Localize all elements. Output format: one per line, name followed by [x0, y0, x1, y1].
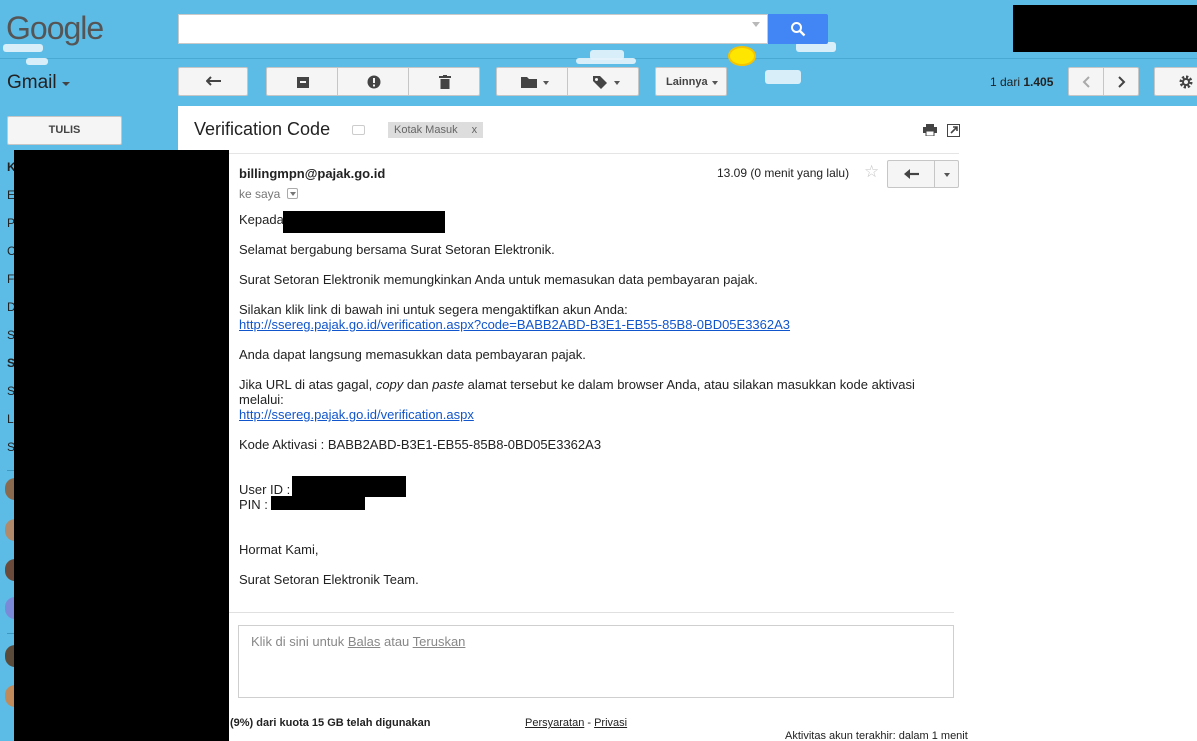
cloud-decoration	[576, 58, 636, 64]
divider	[229, 153, 959, 154]
older-button[interactable]	[1103, 67, 1139, 96]
chevron-down-icon	[712, 81, 718, 85]
quick-reply-prompt: Klik di sini untuk Balas atau Teruskan	[251, 634, 465, 649]
message-subject: Verification Code	[194, 119, 331, 139]
spam-icon	[367, 75, 381, 89]
text-span: -	[584, 717, 595, 729]
important-marker-icon[interactable]	[352, 125, 365, 135]
account-activity[interactable]: Aktivitas akun terakhir: dalam 1 menit	[785, 730, 968, 741]
page-count-prefix: 1 dari	[990, 75, 1024, 89]
report-spam-button[interactable]	[337, 67, 409, 96]
closing: Hormat Kami,	[239, 542, 319, 557]
greeting: Kepada	[239, 212, 284, 227]
footer-links: Persyaratan - Privasi	[525, 717, 627, 729]
reply-icon	[904, 169, 919, 179]
more-button[interactable]: Lainnya	[655, 67, 727, 96]
new-window-icon[interactable]	[947, 124, 960, 137]
signature: Surat Setoran Elektronik Team.	[239, 572, 419, 587]
app-switcher-label[interactable]: Gmail	[7, 72, 57, 94]
forward-link[interactable]: Teruskan	[413, 634, 466, 649]
divider	[229, 612, 954, 613]
page-count: 1 dari 1.405	[990, 75, 1053, 89]
activation-code: Kode Aktivasi : BABB2ABD-B3E1-EB55-85B8-…	[239, 437, 602, 452]
text-span: paste	[432, 377, 465, 392]
redacted-block	[283, 211, 445, 233]
search-input[interactable]	[178, 14, 768, 44]
body-paragraph: Surat Setoran Elektronik memungkinkan An…	[239, 272, 758, 287]
archive-icon	[297, 77, 309, 88]
pin-label: PIN :	[239, 497, 268, 512]
newer-button[interactable]	[1068, 67, 1104, 96]
search-options-caret-icon[interactable]	[752, 22, 760, 27]
chevron-right-icon	[1118, 76, 1126, 88]
body-paragraph: melalui:	[239, 392, 284, 407]
search-icon	[791, 22, 806, 37]
move-to-button[interactable]	[496, 67, 568, 96]
body-paragraph: Silakan klik link di bawah ini untuk seg…	[239, 302, 628, 317]
user-id-label: User ID :	[239, 482, 291, 497]
storage-quota: (9%) dari kuota 15 GB telah digunakan	[230, 717, 431, 729]
label-tag-icon	[593, 76, 607, 89]
print-icon[interactable]	[923, 124, 937, 136]
terms-link[interactable]: Persyaratan	[525, 717, 584, 729]
recipient-label: ke saya	[239, 187, 281, 201]
activation-link[interactable]: http://ssereg.pajak.go.id/verification.a…	[239, 317, 790, 332]
text-span: copy	[375, 377, 404, 392]
google-logo[interactable]: Google	[6, 10, 104, 47]
show-details-button[interactable]	[287, 188, 298, 199]
delete-button[interactable]	[408, 67, 480, 96]
remove-label-icon[interactable]: x	[472, 124, 478, 136]
redacted-block	[292, 476, 406, 497]
account-area-redacted	[1013, 5, 1197, 52]
star-icon[interactable]: ☆	[864, 162, 879, 182]
sidebar-item[interactable]: L	[7, 412, 14, 426]
trash-icon	[439, 75, 451, 89]
search-button[interactable]	[768, 14, 828, 44]
body-paragraph: Anda dapat langsung memasukkan data pemb…	[239, 347, 586, 362]
text-span: Jika URL di atas gagal,	[239, 377, 376, 392]
privacy-link[interactable]: Privasi	[594, 717, 627, 729]
text-span: alamat tersebut ke dalam browser Anda, a…	[464, 377, 915, 392]
compose-button[interactable]: TULIS	[7, 116, 122, 145]
reply-button[interactable]	[887, 160, 935, 188]
verification-link-line: http://ssereg.pajak.go.id/verification.a…	[239, 407, 474, 422]
back-button[interactable]	[178, 67, 248, 96]
labels-button[interactable]	[567, 67, 639, 96]
chevron-down-icon	[944, 173, 950, 177]
chevron-left-icon	[1082, 76, 1090, 88]
redacted-block	[14, 150, 229, 741]
settings-button[interactable]	[1154, 67, 1197, 96]
sender-address[interactable]: billingmpn@pajak.go.id	[239, 166, 385, 181]
sun-decoration	[728, 46, 756, 66]
reply-link[interactable]: Balas	[348, 634, 381, 649]
archive-button[interactable]	[266, 67, 338, 96]
back-arrow-icon	[206, 76, 221, 86]
activation-link-line: http://ssereg.pajak.go.id/verification.a…	[239, 317, 790, 332]
body-paragraph: Selamat bergabung bersama Surat Setoran …	[239, 242, 555, 257]
verification-link[interactable]: http://ssereg.pajak.go.id/verification.a…	[239, 407, 474, 422]
message-timestamp: 13.09 (0 menit yang lalu)	[717, 166, 850, 180]
cloud-decoration	[765, 70, 801, 84]
label-chip-inbox[interactable]: Kotak Masuk x	[388, 122, 484, 138]
reply-more-button[interactable]	[934, 160, 959, 188]
text-span: dan	[403, 377, 433, 392]
folder-icon	[521, 77, 537, 88]
label-chip-text: Kotak Masuk	[394, 124, 458, 136]
chevron-down-icon	[614, 81, 620, 85]
chevron-down-icon	[290, 192, 296, 196]
chevron-down-icon	[543, 81, 549, 85]
more-button-label: Lainnya	[666, 76, 708, 88]
cloud-decoration	[26, 58, 48, 65]
redacted-block	[271, 496, 365, 510]
gear-icon	[1179, 75, 1193, 89]
text-span: Klik di sini untuk	[251, 634, 348, 649]
page-count-total: 1.405	[1023, 75, 1054, 89]
body-paragraph: Jika URL di atas gagal, copy dan paste a…	[239, 377, 939, 392]
chevron-down-icon[interactable]	[62, 82, 70, 86]
text-span: atau	[380, 634, 413, 649]
